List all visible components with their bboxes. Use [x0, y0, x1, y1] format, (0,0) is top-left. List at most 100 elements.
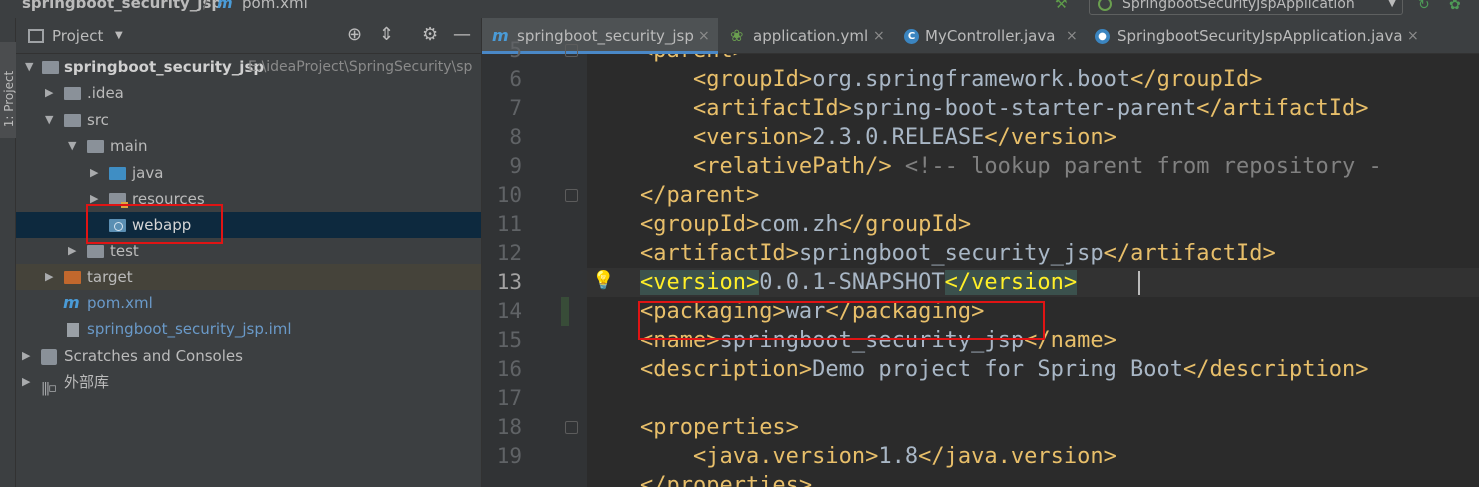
code-line[interactable]: <artifactId>spring-boot-starter-parent</…: [587, 94, 1479, 123]
collapsed-arrow-icon[interactable]: ▶: [22, 343, 30, 369]
code-line[interactable]: <relativePath/> <!-- lookup parent from …: [587, 152, 1479, 181]
line-number: 19: [496, 444, 522, 468]
tree-item-project-root[interactable]: ▼ springboot_security_jsp E:\ideaProject…: [16, 54, 481, 80]
tree-item-target[interactable]: ▶ target: [16, 264, 481, 290]
change-marker[interactable]: [561, 297, 569, 326]
code-line[interactable]: <properties>: [587, 413, 1479, 442]
tree-item-src[interactable]: ▼ src: [16, 107, 481, 133]
maven-icon: m: [217, 0, 233, 12]
code-token: <artifactId>: [692, 96, 852, 121]
run-configuration-select[interactable]: SpringbootSecurityJspApplication ▼: [1089, 0, 1403, 15]
close-icon[interactable]: ×: [1407, 18, 1419, 54]
code-token: </groupId>: [838, 212, 972, 237]
code-line[interactable]: <description>Demo project for Spring Boo…: [587, 355, 1479, 384]
tree-item-label: src: [87, 111, 109, 129]
line-number: 15: [496, 328, 522, 352]
breadcrumb-project[interactable]: springboot_security_jsp: [22, 0, 222, 12]
spring-leaf-icon: ❀: [730, 26, 744, 45]
collapsed-arrow-icon[interactable]: ▶: [22, 369, 30, 395]
source-folder-icon: [109, 167, 126, 180]
intention-bulb-icon[interactable]: 💡: [592, 270, 614, 291]
code-line[interactable]: </parent>: [587, 181, 1479, 210]
code-line[interactable]: <version>2.3.0.RELEASE</version>: [587, 123, 1479, 152]
tab-springboot-application[interactable]: ● SpringbootSecurityJspApplication.java …: [1083, 18, 1423, 54]
tree-item-idea[interactable]: ▶ .idea: [16, 80, 481, 106]
code-token: </version>: [944, 270, 1078, 295]
collapsed-arrow-icon[interactable]: ▶: [68, 238, 76, 264]
line-number: 18: [496, 415, 522, 439]
code-token: <!-- lookup parent from repository -: [891, 154, 1382, 179]
annotation-box-webapp: [86, 204, 223, 244]
text-caret: [1138, 271, 1140, 295]
code-token: <relativePath/>: [692, 154, 892, 179]
project-tool-window-button[interactable]: 1: Project: [0, 42, 16, 138]
code-token: org.springframework.boot: [812, 67, 1131, 92]
code-token: Demo project for Spring Boot: [812, 357, 1184, 382]
gear-icon[interactable]: ⚙: [422, 24, 438, 45]
project-panel-title[interactable]: Project: [52, 27, 103, 45]
chevron-down-icon[interactable]: ▼: [115, 30, 123, 41]
tree-item-java[interactable]: ▶ java: [16, 160, 481, 186]
code-line[interactable]: <version>0.0.1-SNAPSHOT</version>: [587, 268, 1479, 297]
code-token: <groupId>: [692, 67, 813, 92]
code-line[interactable]: <groupId>com.zh</groupId>: [587, 210, 1479, 239]
tab-label: MyController.java: [925, 27, 1056, 45]
project-tool-window-label: 1: Project: [2, 70, 16, 128]
maven-icon: m: [63, 293, 80, 312]
expanded-arrow-icon[interactable]: ▼: [68, 133, 76, 159]
editor-gutter: 5 6 7 8 9 10 11 12 13 14 15 16 17 18 19: [482, 38, 587, 487]
tree-item-iml[interactable]: springboot_security_jsp.iml: [16, 316, 481, 342]
collapsed-arrow-icon[interactable]: ▶: [45, 80, 53, 106]
tree-item-scratches[interactable]: ▶ Scratches and Consoles: [16, 343, 481, 369]
code-line[interactable]: </properties>: [587, 471, 1479, 487]
tree-item-path: E:\ideaProject\SpringSecurity\sp: [248, 59, 473, 75]
code-line[interactable]: [587, 384, 1479, 413]
collapsed-arrow-icon[interactable]: ▶: [90, 160, 98, 186]
tab-mycontroller[interactable]: C MyController.java ×: [890, 18, 1083, 54]
line-number: 17: [496, 386, 522, 410]
breadcrumb-separator: /: [203, 0, 209, 12]
close-icon[interactable]: ×: [873, 18, 885, 54]
fold-marker-icon[interactable]: [565, 44, 578, 57]
collapse-all-icon[interactable]: ⇕: [379, 24, 394, 45]
run-configuration-label: SpringbootSecurityJspApplication: [1122, 0, 1355, 12]
code-line[interactable]: <parent>: [587, 54, 1479, 65]
line-number: 13: [496, 270, 522, 294]
code-token: </parent>: [639, 183, 760, 208]
tree-item-pom[interactable]: m pom.xml: [16, 290, 481, 316]
expanded-arrow-icon[interactable]: ▼: [45, 107, 53, 133]
code-line[interactable]: <java.version>1.8</java.version>: [587, 442, 1479, 471]
build-hammer-icon[interactable]: ⚒: [1055, 0, 1068, 12]
line-number: 8: [509, 125, 522, 149]
close-icon[interactable]: ×: [698, 18, 710, 54]
code-line[interactable]: <groupId>org.springframework.boot</group…: [587, 65, 1479, 94]
tree-item-label: java: [132, 164, 164, 182]
expanded-arrow-icon[interactable]: ▼: [25, 54, 33, 80]
tree-item-main[interactable]: ▼ main: [16, 133, 481, 159]
tab-label: application.yml: [753, 27, 869, 45]
module-folder-icon: [42, 61, 59, 74]
project-view-icon: [28, 29, 44, 43]
hide-panel-icon[interactable]: —: [453, 24, 471, 45]
line-number: 6: [509, 67, 522, 91]
tree-item-external-libraries[interactable]: ▶ |||▫ 外部库: [16, 369, 481, 396]
locate-file-icon[interactable]: ⊕: [347, 24, 362, 45]
collapsed-arrow-icon[interactable]: ▶: [45, 264, 53, 290]
code-token: </groupId>: [1130, 67, 1263, 92]
code-token: <description>: [639, 357, 813, 382]
code-token: com.zh: [759, 212, 839, 237]
project-tree: ▼ springboot_security_jsp E:\ideaProject…: [16, 54, 481, 487]
tab-application-yml[interactable]: ❀ application.yml ×: [718, 18, 890, 54]
debug-icon[interactable]: ✿: [1449, 0, 1461, 13]
fold-marker-icon[interactable]: [565, 189, 578, 202]
close-icon[interactable]: ×: [1066, 18, 1078, 54]
code-token: <java.version>: [692, 444, 879, 469]
rerun-icon[interactable]: ↻: [1418, 0, 1430, 13]
folder-icon: [87, 245, 104, 258]
tree-item-label: main: [110, 137, 148, 155]
breadcrumb-file[interactable]: pom.xml: [242, 0, 308, 12]
code-line[interactable]: <artifactId>springboot_security_jsp</art…: [587, 239, 1479, 268]
fold-marker-icon[interactable]: [565, 421, 578, 434]
tree-item-label: .idea: [87, 84, 124, 102]
code-area[interactable]: <parent> <groupId>org.springframework.bo…: [587, 54, 1479, 487]
